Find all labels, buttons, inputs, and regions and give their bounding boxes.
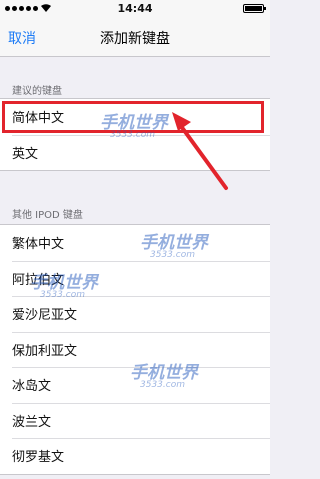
keyboard-item-estonian[interactable]: 爱沙尼亚文 xyxy=(0,296,270,332)
add-keyboard-screen: 14:44 取消 添加新键盘 建议的键盘 简体中文 英文 其他 IPOD 键盘 … xyxy=(0,0,270,479)
battery-icon xyxy=(243,4,266,13)
status-time: 14:44 xyxy=(117,2,153,15)
keyboard-item-traditional-chinese[interactable]: 繁体中文 xyxy=(0,225,270,261)
keyboard-item-cherokee[interactable]: 彻罗基文 xyxy=(0,438,270,474)
other-keyboards-list: 繁体中文 阿拉伯文 爱沙尼亚文 保加利亚文 冰岛文 波兰文 彻罗基文 xyxy=(0,224,270,475)
pointer-arrow-icon xyxy=(172,112,228,190)
page-title: 添加新键盘 xyxy=(100,31,170,47)
watermark-url: 3533.com xyxy=(150,250,195,260)
watermark-url: 3533.com xyxy=(140,380,185,390)
other-keyboards-header: 其他 IPOD 键盘 xyxy=(12,210,83,221)
keyboard-item-polish[interactable]: 波兰文 xyxy=(0,402,270,439)
navigation-bar: 取消 添加新键盘 xyxy=(0,16,270,57)
watermark-url: 3533.com xyxy=(40,290,85,300)
suggested-keyboards-header: 建议的键盘 xyxy=(12,86,62,97)
status-bar: 14:44 xyxy=(0,0,270,16)
watermark-url: 3533.com xyxy=(110,130,155,140)
